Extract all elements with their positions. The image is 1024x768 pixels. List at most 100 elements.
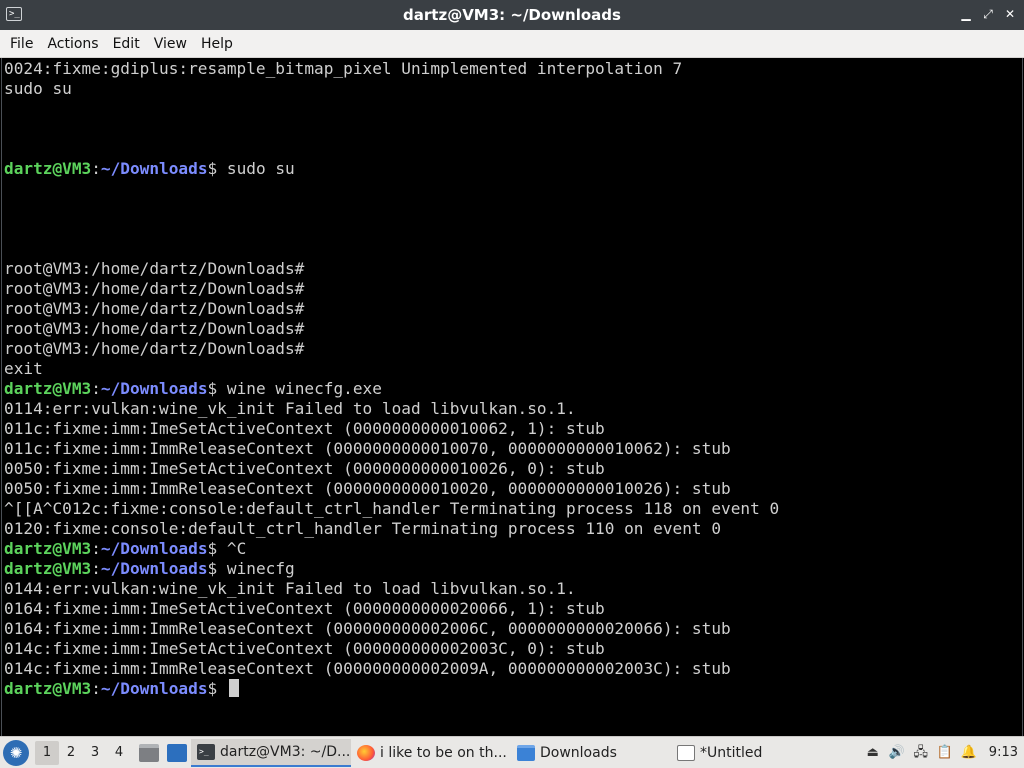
menu-bar: File Actions Edit View Help [0,30,1024,58]
terminal-line: exit [4,359,1022,379]
notification-icon[interactable]: 🔔 [961,745,977,761]
task-text-editor[interactable]: *Untitled [671,739,831,767]
terminal-text: root@VM3:/home/dartz/Downloads# [4,259,305,278]
terminal-text: 014c:fixme:imm:ImeSetActiveContext (0000… [4,639,605,658]
menu-file[interactable]: File [3,36,40,52]
terminal-text: : [91,159,101,178]
task-label: Downloads [540,744,617,761]
taskbar: ✺ 1 2 3 4 >_ dartz@VM3: ~/D... i like to… [0,736,1024,768]
terminal-line: 011c:fixme:imm:ImeSetActiveContext (0000… [4,419,1022,439]
terminal-line: ^[[A^C012c:fixme:console:default_ctrl_ha… [4,499,1022,519]
prompt-path: ~/Downloads [100,559,208,578]
terminal-text: ^[[A^C012c:fixme:console:default_ctrl_ha… [4,499,780,518]
terminal-text: : [91,679,101,698]
start-menu-icon[interactable]: ✺ [3,739,29,766]
terminal-line: root@VM3:/home/dartz/Downloads# [4,319,1022,339]
terminal-text: $ ^C [207,539,247,558]
terminal-line: 0164:fixme:imm:ImmReleaseContext (000000… [4,619,1022,639]
task-label: i like to be on th... [380,744,507,761]
folder-icon [517,744,535,761]
terminal-line: root@VM3:/home/dartz/Downloads# [4,259,1022,279]
terminal-text: sudo su [4,79,72,98]
terminal-cursor [228,679,239,697]
volume-icon[interactable]: 🔊 [889,745,905,761]
terminal-line: root@VM3:/home/dartz/Downloads# [4,339,1022,359]
system-tray: ⏏ 🔊 🖧 📋 🔔 9:13 [865,745,1024,761]
terminal-icon: >_ [197,743,215,760]
prompt-user: dartz@VM3 [4,539,92,558]
terminal-line: 011c:fixme:imm:ImmReleaseContext (000000… [4,439,1022,459]
workspace-1[interactable]: 1 [35,740,59,765]
task-label: dartz@VM3: ~/D... [220,743,351,760]
terminal-app-icon[interactable]: >_ [6,7,22,21]
terminal-line: 014c:fixme:imm:ImmReleaseContext (000000… [4,659,1022,679]
maximize-icon[interactable]: ⤢ [982,7,994,21]
terminal-text: 0114:err:vulkan:wine_vk_init Failed to l… [4,399,576,418]
workspace-3[interactable]: 3 [83,741,107,765]
terminal-text: 011c:fixme:imm:ImeSetActiveContext (0000… [4,419,605,438]
task-terminal[interactable]: >_ dartz@VM3: ~/D... [191,738,351,767]
close-icon[interactable]: ✕ [1004,7,1016,21]
workspace-4[interactable]: 4 [107,741,131,765]
menu-edit[interactable]: Edit [106,36,147,52]
terminal-text: exit [4,359,43,378]
terminal-line: 0164:fixme:imm:ImeSetActiveContext (0000… [4,599,1022,619]
prompt-path: ~/Downloads [100,379,208,398]
window-title: dartz@VM3: ~/Downloads [403,6,621,24]
prompt-path: ~/Downloads [100,679,208,698]
prompt-user: dartz@VM3 [4,559,92,578]
terminal-line: sudo su [4,79,1022,99]
menu-view[interactable]: View [147,36,194,52]
terminal-line: 0050:fixme:imm:ImmReleaseContext (000000… [4,479,1022,499]
window-controls: ▁ ⤢ ✕ [960,7,1016,21]
terminal-text: $ [207,679,227,698]
terminal-text: 0144:err:vulkan:wine_vk_init Failed to l… [4,579,576,598]
terminal-line: root@VM3:/home/dartz/Downloads# [4,299,1022,319]
terminal-output[interactable]: 0024:fixme:gdiplus:resample_bitmap_pixel… [1,58,1023,736]
terminal-line: dartz@VM3:~/Downloads$ ^C [4,539,1022,559]
prompt-path: ~/Downloads [100,159,208,178]
terminal-line: dartz@VM3:~/Downloads$ wine winecfg.exe [4,379,1022,399]
firefox-icon [357,744,375,761]
prompt-user: dartz@VM3 [4,159,92,178]
terminal-line: 0144:err:vulkan:wine_vk_init Failed to l… [4,579,1022,599]
menu-actions[interactable]: Actions [40,36,105,52]
terminal-text: 0050:fixme:imm:ImmReleaseContext (000000… [4,479,731,498]
terminal-text: 0120:fixme:console:default_ctrl_handler … [4,519,722,538]
task-label: *Untitled [700,744,763,761]
show-desktop-icon[interactable] [167,743,187,762]
terminal-line: 0120:fixme:console:default_ctrl_handler … [4,519,1022,539]
menu-help[interactable]: Help [194,36,240,52]
terminal-line: 014c:fixme:imm:ImeSetActiveContext (0000… [4,639,1022,659]
terminal-line: dartz@VM3:~/Downloads$ [4,679,1022,699]
clipboard-icon[interactable]: 📋 [937,745,953,761]
clock[interactable]: 9:13 [989,745,1018,760]
terminal-text: 0164:fixme:imm:ImeSetActiveContext (0000… [4,599,605,618]
terminal-text: 0024:fixme:gdiplus:resample_bitmap_pixel… [4,59,683,78]
workspace-2[interactable]: 2 [59,741,83,765]
task-downloads[interactable]: Downloads [511,739,671,767]
terminal-text: root@VM3:/home/dartz/Downloads# [4,339,305,358]
terminal-line: root@VM3:/home/dartz/Downloads# [4,279,1022,299]
minimize-icon[interactable]: ▁ [960,7,972,21]
terminal-text: : [91,379,101,398]
network-icon[interactable]: 🖧 [913,745,929,761]
terminal-text: root@VM3:/home/dartz/Downloads# [4,319,305,338]
terminal-text: $ sudo su [207,159,295,178]
terminal-line: dartz@VM3:~/Downloads$ sudo su [4,159,1022,179]
terminal-line: 0050:fixme:imm:ImeSetActiveContext (0000… [4,459,1022,479]
terminal-line: 0114:err:vulkan:wine_vk_init Failed to l… [4,399,1022,419]
task-firefox[interactable]: i like to be on th... [351,739,511,767]
terminal-line: dartz@VM3:~/Downloads$ winecfg [4,559,1022,579]
terminal-text: $ wine winecfg.exe [207,379,382,398]
eject-icon[interactable]: ⏏ [865,745,881,761]
terminal-text: root@VM3:/home/dartz/Downloads# [4,299,305,318]
text-editor-icon [677,744,695,761]
window-titlebar[interactable]: >_ dartz@VM3: ~/Downloads ▁ ⤢ ✕ [0,0,1024,30]
file-manager-launcher-icon[interactable] [139,743,159,762]
